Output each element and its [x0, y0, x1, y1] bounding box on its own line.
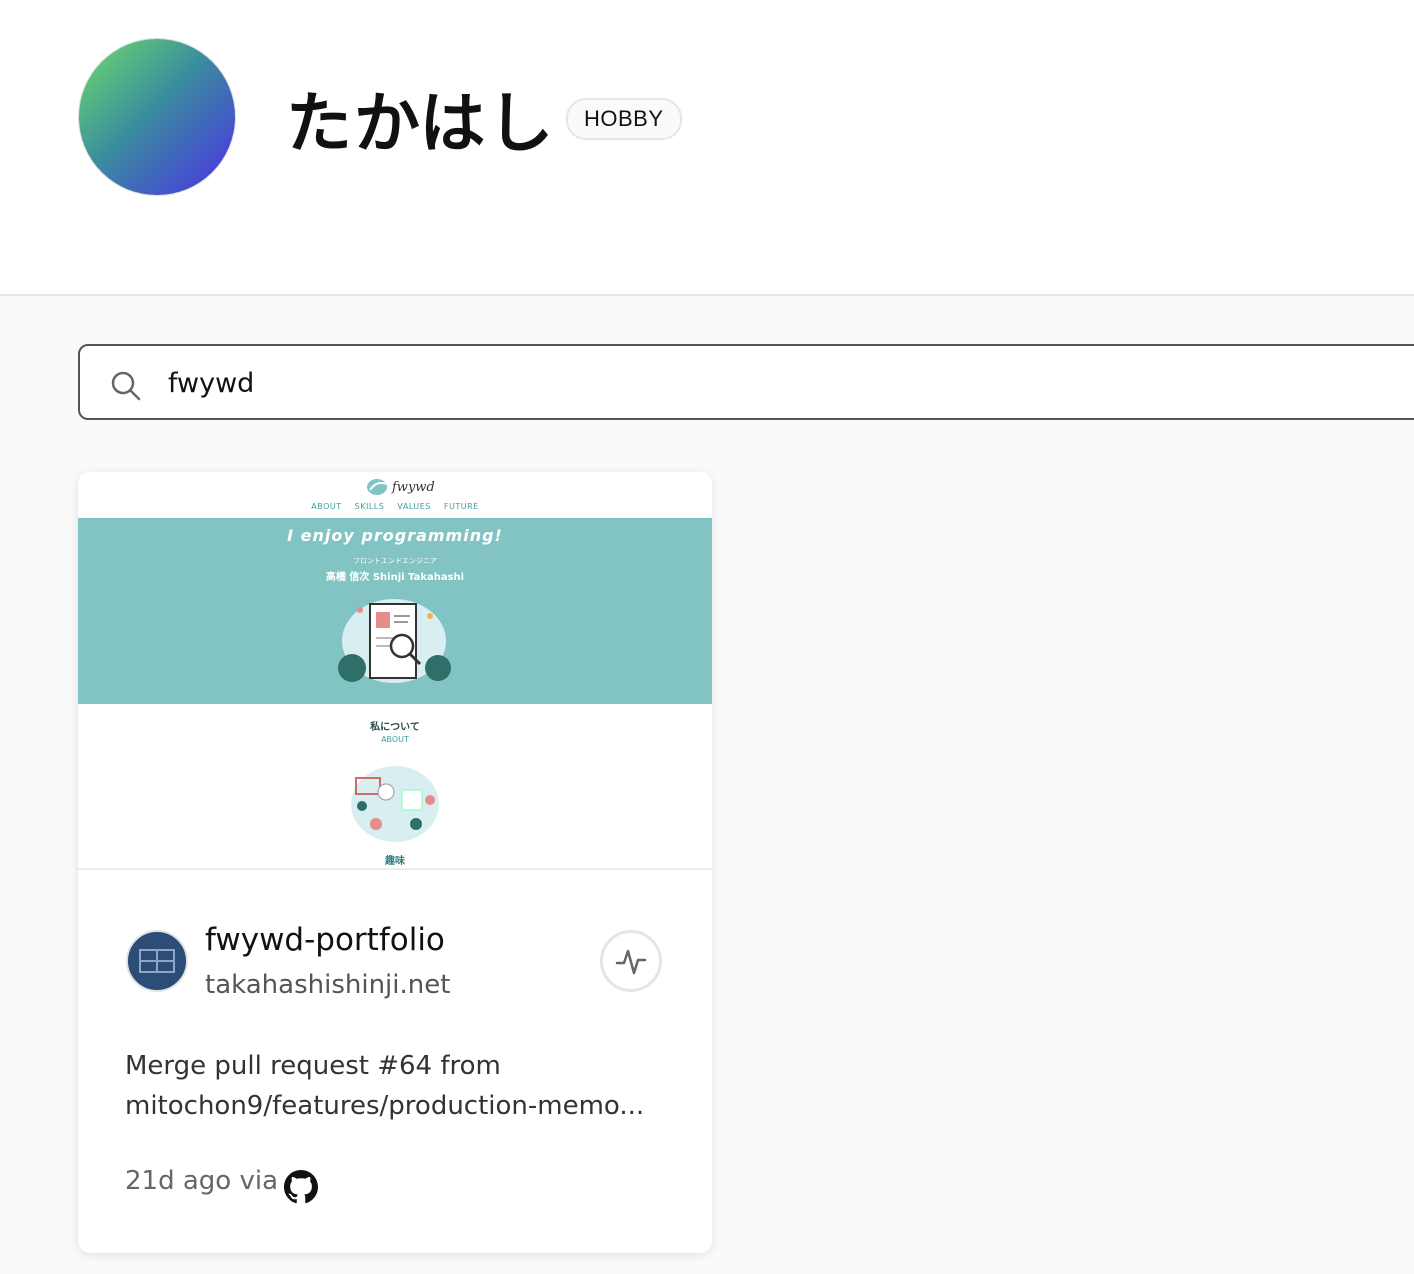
site-headline: I enjoy programming!	[287, 526, 503, 545]
activity-button[interactable]	[600, 930, 662, 992]
site-nav-item: SKILLS	[354, 502, 385, 511]
site-nav-item: VALUES	[397, 502, 431, 511]
commit-message-line: mitochon9/features/production-memo...	[125, 1091, 645, 1121]
site-logo-text: fwywd	[392, 480, 435, 495]
team-name: たかはし	[286, 85, 556, 162]
site-logo-icon	[367, 479, 387, 495]
project-avatar	[126, 930, 188, 992]
site-role: フロントエンドエンジニア	[353, 557, 437, 565]
search-input[interactable]	[166, 362, 1370, 404]
team-header: たかはし HOBBY	[0, 0, 1414, 296]
project-thumbnail-icon	[139, 949, 175, 973]
site-hobby-heading: 趣味	[385, 856, 405, 867]
github-icon[interactable]	[284, 1170, 318, 1204]
search-bar[interactable]	[78, 344, 1414, 420]
site-about-heading: 私について	[370, 722, 420, 733]
commit-message[interactable]: Merge pull request #64 from mitochon9/fe…	[125, 1046, 685, 1126]
site-nav-item: ABOUT	[311, 502, 342, 511]
site-person: 高橋 信次 Shinji Takahashi	[325, 572, 465, 583]
project-card[interactable]: fwywd ABOUT SKILLS VALUES FUTURE I enjoy…	[78, 472, 712, 1253]
search-icon	[111, 371, 141, 401]
activity-icon	[615, 949, 647, 975]
project-preview-screenshot[interactable]: fwywd ABOUT SKILLS VALUES FUTURE I enjoy…	[78, 472, 712, 870]
site-about-subheading: ABOUT	[381, 735, 409, 744]
plan-badge: HOBBY	[566, 98, 682, 140]
team-avatar[interactable]	[79, 39, 235, 195]
site-nav-item: FUTURE	[443, 502, 479, 511]
project-name[interactable]: fwywd-portfolio	[205, 922, 445, 958]
project-domain-link[interactable]: takahashishinji.net	[205, 970, 450, 1000]
resume-illustration-icon	[338, 599, 451, 683]
site-nav: ABOUT SKILLS VALUES FUTURE	[78, 502, 712, 511]
commit-time: 21d ago via	[125, 1166, 279, 1196]
hobby-illustration-icon	[351, 766, 439, 842]
commit-message-line: Merge pull request #64 from	[125, 1051, 501, 1081]
